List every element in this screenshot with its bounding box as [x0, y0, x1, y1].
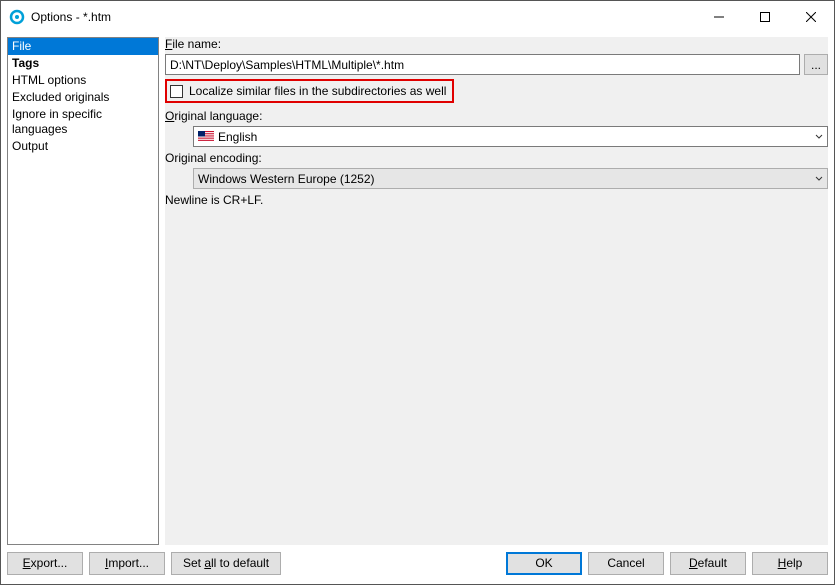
original-encoding-combo[interactable]: Windows Western Europe (1252)	[193, 168, 828, 189]
ok-button[interactable]: OK	[506, 552, 582, 575]
browse-button[interactable]: ...	[804, 54, 828, 75]
chevron-down-icon	[810, 127, 827, 146]
sidebar-item-ignore-languages[interactable]: Ignore in specific languages	[8, 106, 158, 138]
window-title: Options - *.htm	[31, 10, 111, 24]
filename-input[interactable]	[165, 54, 800, 75]
sidebar-item-file[interactable]: File	[8, 38, 158, 55]
filename-row: ...	[165, 54, 828, 75]
app-icon	[9, 9, 25, 25]
original-language-value: English	[218, 130, 810, 144]
sidebar: File Tags HTML options Excluded original…	[7, 37, 159, 545]
newline-text: Newline is CR+LF.	[165, 193, 828, 207]
localize-checkbox-label: Localize similar files in the subdirecto…	[189, 84, 446, 98]
localize-checkbox[interactable]	[170, 85, 183, 98]
original-language-label: Original language:	[165, 109, 828, 123]
flag-icon	[198, 131, 214, 142]
sidebar-item-excluded-originals[interactable]: Excluded originals	[8, 89, 158, 106]
localize-checkbox-highlight: Localize similar files in the subdirecto…	[165, 79, 454, 103]
filename-label: File name:	[165, 37, 828, 51]
default-button[interactable]: Default	[670, 552, 746, 575]
sidebar-item-tags[interactable]: Tags	[8, 55, 158, 72]
original-encoding-label: Original encoding:	[165, 151, 828, 165]
window-controls	[696, 1, 834, 33]
set-all-default-button[interactable]: Set all to default	[171, 552, 281, 575]
close-button[interactable]	[788, 1, 834, 33]
help-button[interactable]: Help	[752, 552, 828, 575]
chevron-down-icon	[810, 169, 827, 188]
button-bar: Export... Import... Set all to default O…	[1, 547, 834, 583]
content-area: File Tags HTML options Excluded original…	[1, 33, 834, 547]
original-encoding-value: Windows Western Europe (1252)	[198, 172, 810, 186]
main-panel: File name: ... Localize similar files in…	[165, 37, 828, 545]
sidebar-item-html-options[interactable]: HTML options	[8, 72, 158, 89]
original-language-combo[interactable]: English	[193, 126, 828, 147]
minimize-button[interactable]	[696, 1, 742, 33]
sidebar-item-output[interactable]: Output	[8, 138, 158, 155]
import-button[interactable]: Import...	[89, 552, 165, 575]
cancel-button[interactable]: Cancel	[588, 552, 664, 575]
main-fill	[165, 209, 828, 545]
maximize-button[interactable]	[742, 1, 788, 33]
titlebar: Options - *.htm	[1, 1, 834, 33]
export-button[interactable]: Export...	[7, 552, 83, 575]
